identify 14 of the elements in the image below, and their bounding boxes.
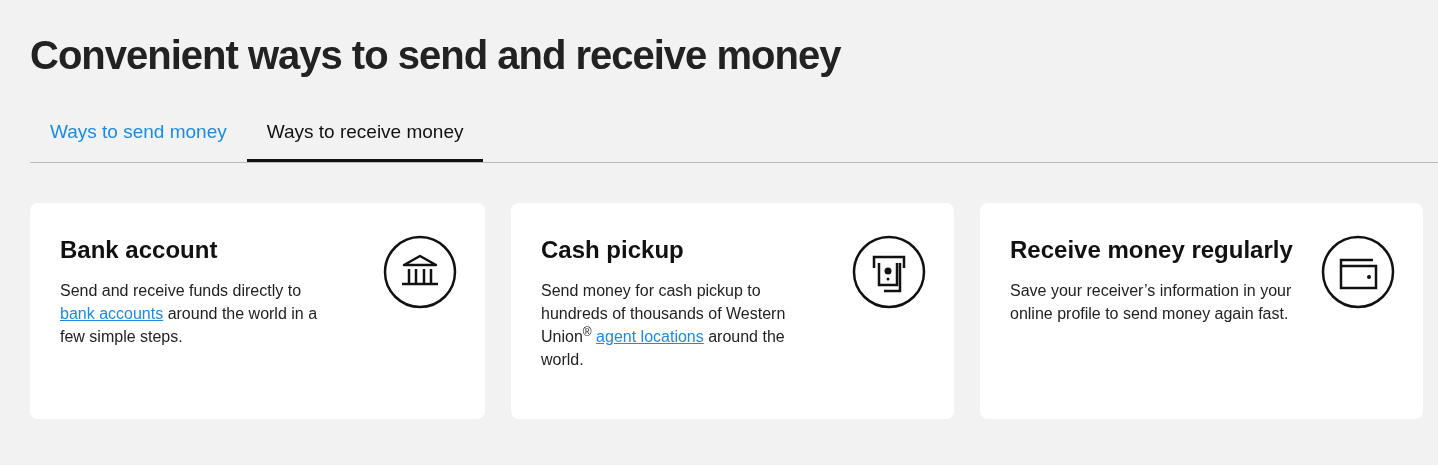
tab[interactable]: Ways to receive money — [246, 118, 484, 162]
page-title: Convenient ways to send and receive money — [30, 32, 842, 79]
bank-icon — [383, 234, 457, 309]
link[interactable]: bank accounts — [60, 304, 164, 322]
wallet-icon — [1321, 234, 1395, 309]
card-description: Send and receive funds directly to bank accounts around the world in a few simple steps. — [60, 280, 319, 347]
card-heading: Bank account — [60, 234, 219, 265]
card-description: Send money for cash pickup to hundreds of thousands of Western Union$^{®}$ agent locations around the world. — [541, 280, 787, 370]
link[interactable]: agent locations — [596, 327, 704, 345]
tab[interactable]: Ways to send money — [30, 118, 247, 162]
cash-machine-icon — [852, 234, 926, 309]
card-heading: Cash pickup — [541, 234, 685, 265]
card-description: Save your receiver’s information in your online profile to send money again fast. — [1010, 280, 1293, 324]
card-heading: Receive money regularly — [1010, 234, 1294, 265]
